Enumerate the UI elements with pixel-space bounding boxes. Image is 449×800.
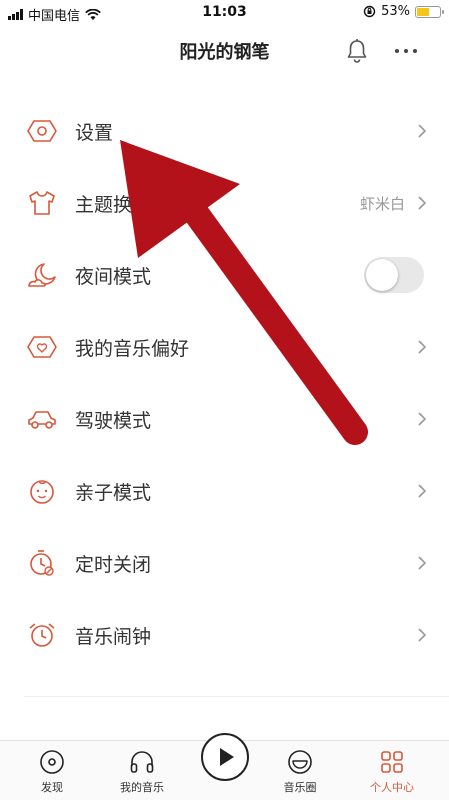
settings-item-driving-mode[interactable]: 驾驶模式 — [0, 383, 449, 455]
status-right: 53% — [363, 4, 444, 19]
settings-item-kids-mode[interactable]: 亲子模式 — [0, 455, 449, 527]
status-bar: 中国电信 11:03 53% — [0, 0, 449, 26]
play-button[interactable] — [201, 733, 249, 781]
page-title: 阳光的钢笔 — [179, 42, 270, 63]
chevron-right-icon — [418, 484, 427, 498]
discover-icon — [40, 750, 64, 774]
chevron-right-icon — [418, 556, 427, 570]
battery-percent: 53% — [381, 4, 410, 19]
tab-music-circle[interactable]: 音乐圈 — [268, 741, 332, 800]
headphones-icon — [130, 751, 154, 773]
settings-item-label: 亲子模式 — [75, 482, 152, 504]
more-icon[interactable] — [392, 38, 420, 64]
timer-icon — [30, 550, 54, 576]
profile-icon — [381, 751, 403, 773]
settings-item-night-mode: 夜间模式 — [0, 239, 449, 311]
alarm-icon — [29, 623, 55, 647]
battery-icon — [415, 5, 444, 18]
baby-icon — [30, 480, 54, 504]
header: 阳光的钢笔 — [0, 26, 449, 76]
settings-item-settings[interactable]: 设置 — [0, 95, 449, 167]
tab-discover[interactable]: 发现 — [20, 741, 84, 800]
settings-item-theme[interactable]: 主题换肤 虾米白 — [0, 167, 449, 239]
settings-item-label: 设置 — [75, 122, 114, 144]
settings-item-music-alarm[interactable]: 音乐闹钟 — [0, 599, 449, 671]
play-icon — [220, 748, 234, 766]
settings-icon — [27, 120, 57, 142]
tab-label: 音乐圈 — [283, 781, 317, 794]
shirt-icon — [29, 191, 55, 215]
settings-item-sleep-timer[interactable]: 定时关闭 — [0, 527, 449, 599]
settings-item-label: 驾驶模式 — [75, 410, 152, 432]
toggle-knob — [366, 259, 398, 291]
list-divider — [24, 696, 449, 697]
car-icon — [28, 411, 56, 429]
tab-label: 我的音乐 — [120, 781, 164, 794]
settings-item-music-preference[interactable]: 我的音乐偏好 — [0, 311, 449, 383]
chevron-right-icon — [418, 196, 427, 210]
tab-my-music[interactable]: 我的音乐 — [106, 741, 178, 800]
bell-icon[interactable] — [344, 38, 370, 64]
bottom-tab-bar: 发现 我的音乐 音乐圈 个人中心 — [0, 733, 449, 800]
orientation-lock-icon — [363, 5, 376, 18]
settings-item-label: 夜间模式 — [75, 266, 152, 288]
settings-item-label: 主题换肤 — [75, 194, 152, 216]
chevron-right-icon — [418, 340, 427, 354]
music-circle-icon — [288, 750, 312, 774]
tab-profile[interactable]: 个人中心 — [356, 741, 428, 800]
settings-list: 设置 主题换肤 虾米白 夜间模式 我的音乐偏好 驾驶模式 亲子模式 定时关闭 音… — [0, 95, 449, 671]
chevron-right-icon — [418, 124, 427, 138]
moon-icon — [28, 263, 56, 287]
theme-value: 虾米白 — [359, 195, 405, 213]
settings-item-label: 音乐闹钟 — [75, 626, 152, 648]
settings-item-label: 我的音乐偏好 — [75, 338, 190, 360]
tab-label: 个人中心 — [370, 781, 414, 794]
tab-label: 发现 — [41, 781, 63, 794]
settings-item-label: 定时关闭 — [75, 554, 152, 576]
preference-icon — [27, 336, 57, 358]
chevron-right-icon — [418, 412, 427, 426]
night-mode-toggle[interactable] — [364, 257, 424, 293]
chevron-right-icon — [418, 628, 427, 642]
